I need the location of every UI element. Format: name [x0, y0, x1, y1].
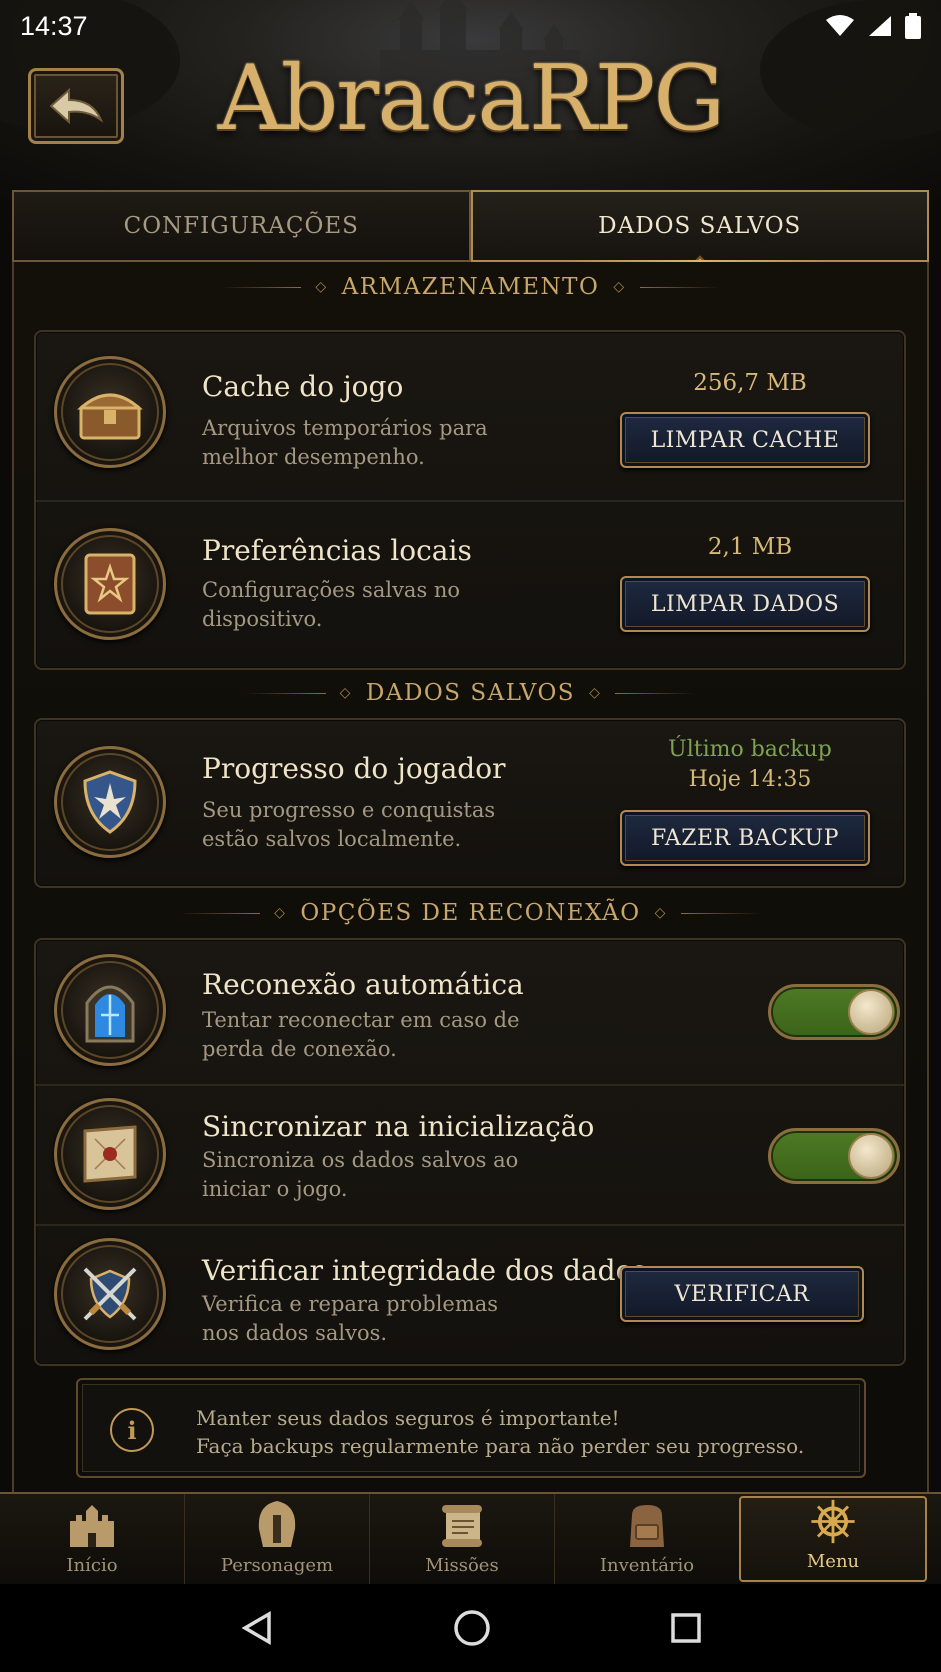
section-title-saved: ◇ DADOS SALVOS ◇	[0, 680, 941, 706]
cache-title: Cache do jogo	[202, 370, 404, 403]
recents-square-icon[interactable]	[669, 1611, 703, 1645]
nav-item-menu[interactable]: Menu	[739, 1496, 927, 1582]
verify-button[interactable]: VERIFICAR	[620, 1266, 864, 1322]
backpack-icon	[630, 1505, 664, 1547]
sync-row: Sincronizar na inicialização Sincroniza …	[36, 1084, 904, 1224]
cache-row: Cache do jogo Arquivos temporários para …	[36, 332, 904, 500]
section-title-storage: ◇ ARMAZENAMENTO ◇	[0, 274, 941, 300]
sync-toggle[interactable]	[768, 1128, 900, 1184]
signal-icon	[869, 16, 891, 36]
wifi-icon	[826, 15, 854, 36]
nav-label: Inventário	[599, 1555, 695, 1576]
progress-title: Progresso do jogador	[202, 752, 506, 785]
auto-reconnect-title: Reconexão automática	[202, 968, 524, 1001]
storage-card: Cache do jogo Arquivos temporários para …	[34, 330, 906, 670]
verify-title: Verificar integridade dos dados	[202, 1254, 647, 1287]
status-bar: 14:37	[0, 0, 941, 52]
verify-row: Verificar integridade dos dados Verifica…	[36, 1224, 904, 1366]
map-scroll-icon	[54, 1098, 166, 1210]
toggle-knob	[848, 1133, 894, 1179]
scroll-icon	[442, 1505, 482, 1547]
progress-description: Seu progresso e conquistas estão salvos …	[202, 798, 496, 851]
section-title-reconnect: ◇ OPÇÕES DE RECONEXÃO ◇	[0, 900, 941, 926]
app-logo: AbracaRPG	[217, 46, 726, 151]
nav-label: Início	[66, 1555, 118, 1576]
portal-icon	[54, 954, 166, 1066]
sync-description: Sincroniza os dados salvos ao iniciar o …	[202, 1148, 519, 1201]
castle-icon	[70, 1505, 114, 1547]
ship-wheel-icon	[811, 1499, 855, 1544]
nav-item-inicio[interactable]: Início	[0, 1494, 184, 1584]
spellbook-icon	[54, 528, 166, 640]
sync-title: Sincronizar na inicialização	[202, 1110, 595, 1143]
cache-size: 256,7 MB	[693, 370, 807, 396]
prefs-title: Preferências locais	[202, 534, 472, 567]
prefs-description: Configurações salvas no dispositivo.	[202, 578, 461, 631]
section-label: ARMAZENAMENTO	[341, 274, 600, 300]
saved-card: Progresso do jogador Seu progresso e con…	[34, 718, 906, 888]
clear-cache-button[interactable]: LIMPAR CACHE	[620, 412, 870, 468]
nav-label: Missões	[425, 1555, 499, 1576]
nav-item-personagem[interactable]: Personagem	[184, 1494, 369, 1584]
battery-icon	[905, 13, 921, 39]
tab-bar: CONFIGURAÇÕES DADOS SALVOS	[12, 190, 929, 273]
nav-label: Menu	[806, 1551, 860, 1572]
section-label: OPÇÕES DE RECONEXÃO	[300, 900, 641, 926]
progress-row: Progresso do jogador Seu progresso e con…	[36, 720, 904, 888]
bottom-navigation: Início Personagem Missões Inventário Men…	[0, 1492, 941, 1584]
info-icon: i	[110, 1408, 154, 1452]
tab-label: DADOS SALVOS	[598, 213, 802, 239]
nav-label: Personagem	[220, 1555, 334, 1576]
home-circle-icon[interactable]	[452, 1608, 492, 1648]
nav-item-missoes[interactable]: Missões	[369, 1494, 554, 1584]
last-backup-label: Último backup	[668, 737, 832, 762]
nav-item-inventario[interactable]: Inventário	[554, 1494, 739, 1584]
info-line-1: Manter seus dados seguros é importante!	[196, 1406, 620, 1430]
back-triangle-icon[interactable]	[239, 1610, 275, 1646]
status-time: 14:37	[20, 10, 88, 41]
auto-reconnect-row: Reconexão automática Tentar reconectar e…	[36, 940, 904, 1084]
section-label: DADOS SALVOS	[365, 680, 576, 706]
tab-configuracoes[interactable]: CONFIGURAÇÕES	[12, 190, 471, 262]
status-icons	[825, 13, 921, 39]
tab-label: CONFIGURAÇÕES	[123, 213, 359, 239]
toggle-knob	[848, 989, 894, 1035]
shield-icon	[54, 746, 166, 858]
cache-description: Arquivos temporários para melhor desempe…	[202, 416, 488, 469]
verify-description: Verifica e repara problemas nos dados sa…	[202, 1292, 499, 1345]
crossed-swords-icon	[54, 1238, 166, 1350]
info-text: Manter seus dados seguros é importante! …	[196, 1404, 804, 1460]
auto-reconnect-toggle[interactable]	[768, 984, 900, 1040]
helmet-icon	[258, 1501, 296, 1547]
backup-button[interactable]: FAZER BACKUP	[620, 810, 870, 866]
info-box: i Manter seus dados seguros é importante…	[76, 1378, 866, 1478]
last-backup-time: Hoje 14:35	[688, 767, 812, 792]
prefs-size: 2,1 MB	[707, 534, 793, 560]
clear-data-button[interactable]: LIMPAR DADOS	[620, 576, 870, 632]
reconnect-card: Reconexão automática Tentar reconectar e…	[34, 938, 906, 1366]
prefs-row: Preferências locais Configurações salvas…	[36, 500, 904, 670]
system-navigation-bar	[0, 1584, 941, 1672]
auto-reconnect-description: Tentar reconectar em caso de perda de co…	[202, 1008, 520, 1061]
tab-dados-salvos[interactable]: DADOS SALVOS	[470, 190, 929, 273]
info-line-2: Faça backups regularmente para não perde…	[196, 1434, 805, 1458]
treasure-chest-icon	[54, 356, 166, 468]
